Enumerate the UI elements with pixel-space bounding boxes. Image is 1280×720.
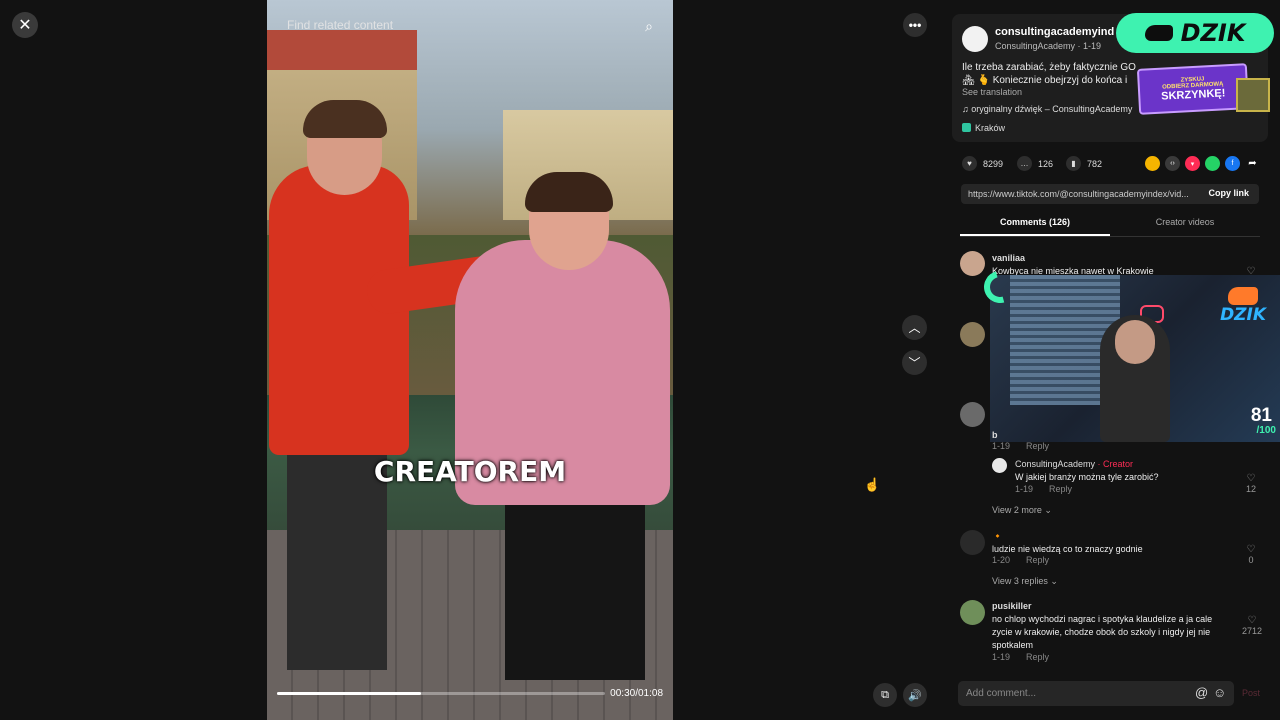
volume-icon: 🔊 [908, 689, 922, 702]
creator-avatar[interactable] [962, 26, 988, 52]
stream-logo: DZIK [1220, 305, 1266, 325]
volume-button[interactable]: 🔊 [903, 683, 927, 707]
stream-score-max: /100 [1256, 425, 1276, 436]
view-more-replies[interactable]: View 3 replies ⌄ [992, 576, 1058, 587]
boar-icon [1144, 25, 1173, 41]
engagement-stats: ♥ 8299 … 126 ▮ 782 ‹› ▾ f ➦ [962, 156, 1262, 172]
bookmark-icon: ▮ [1066, 156, 1081, 171]
avatar[interactable] [960, 322, 985, 347]
close-icon: ✕ [18, 17, 32, 34]
find-related-link[interactable]: Find related content [287, 18, 393, 32]
stream-score: 81 [1250, 405, 1272, 426]
heart-icon: ♡ [1246, 544, 1256, 555]
comment-like-button[interactable]: ♡ 12 [1244, 473, 1258, 494]
comment-meta: 1-19 Reply [992, 441, 1050, 451]
video-url: https://www.tiktok.com/@consultingacadem… [968, 189, 1189, 199]
emoji-icon[interactable]: ☺ [1213, 685, 1226, 700]
video-caption: CREATOREM [373, 455, 567, 488]
avatar[interactable] [960, 251, 985, 276]
comment-meta: 1-19 Reply [992, 652, 1050, 662]
dzik-overlay-logo: DZIK [1116, 13, 1274, 53]
whatsapp-icon[interactable] [1205, 156, 1220, 171]
video-player[interactable]: Find related content ⌕ CREATOREM 00:30/0… [267, 0, 673, 720]
send-icon[interactable]: ▾ [1185, 156, 1200, 171]
search-icon[interactable]: ⌕ [645, 18, 653, 35]
location-link[interactable]: Kraków [962, 123, 1005, 133]
panel-tabs: Comments (126) Creator videos [960, 213, 1260, 237]
reply-button[interactable]: Reply [1026, 652, 1049, 662]
share-coin-icon[interactable] [1145, 156, 1160, 171]
comment-button[interactable]: … 126 [1017, 156, 1053, 171]
miniplayer-icon: ⧉ [881, 688, 889, 701]
embed-code-icon[interactable]: ‹› [1165, 156, 1180, 171]
avatar[interactable] [960, 600, 985, 625]
avatar[interactable] [960, 402, 985, 427]
more-options-button[interactable]: ••• [903, 13, 927, 37]
previous-video-button[interactable]: ︿ [902, 315, 927, 340]
streamer-webcam-overlay: DZIK 81 /100 [990, 275, 1280, 442]
creator-subtitle: ConsultingAcademy · 1-19 [995, 41, 1102, 51]
comment-username[interactable]: 🔸 [992, 531, 1003, 542]
mention-icon[interactable]: @ [1195, 685, 1208, 700]
location-icon [962, 123, 971, 132]
share-arrow-icon[interactable]: ➦ [1245, 156, 1260, 171]
avatar[interactable] [992, 458, 1007, 473]
active-tab-indicator [960, 234, 1110, 236]
sound-link[interactable]: ♫ oryginalny dźwięk – ConsultingAcademy [962, 104, 1132, 114]
view-more-replies[interactable]: View 2 more ⌄ [992, 505, 1052, 516]
comment-like-button[interactable]: ♡ 2712 [1241, 615, 1263, 636]
video-progress-bar[interactable] [277, 692, 605, 695]
video-stage: ✕ Find related content ⌕ CREATOREM 00:30… [0, 0, 940, 720]
comment-username[interactable]: pusikiller [992, 601, 1032, 611]
comment-meta: 1-20 Reply [992, 555, 1050, 565]
chevron-down-icon: ﹀ [908, 356, 921, 370]
comment-like-button[interactable]: ♡ 0 [1244, 544, 1258, 565]
avatar[interactable] [960, 530, 985, 555]
reply-button[interactable]: Reply [1026, 441, 1049, 451]
close-button[interactable]: ✕ [12, 12, 38, 38]
reply-button[interactable]: Reply [1026, 555, 1049, 565]
comment-username[interactable]: b [992, 430, 998, 440]
progress-fill [277, 692, 422, 695]
promo-overlay: ZYSKUJ ODBIERZ DARMOWĄ SKRZYNKĘ! [1136, 63, 1270, 115]
comment-text: W jakiej branży można tyle zarobić? [1015, 472, 1159, 482]
heart-icon: ♡ [1246, 473, 1256, 484]
tab-creator-videos[interactable]: Creator videos [1110, 217, 1260, 227]
mouse-cursor-icon: ☝ [864, 477, 881, 492]
save-button[interactable]: ▮ 782 [1066, 156, 1102, 171]
comment-input[interactable]: Add comment... @ ☺ [958, 681, 1234, 706]
next-video-button[interactable]: ﹀ [902, 350, 927, 375]
reply-button[interactable]: Reply [1049, 484, 1072, 494]
link-row: https://www.tiktok.com/@consultingacadem… [961, 184, 1259, 204]
comment-placeholder: Add comment... [966, 688, 1037, 699]
comment-meta: 1-19 Reply [1015, 484, 1073, 494]
boar-icon [1228, 287, 1258, 305]
heart-icon: ♡ [1247, 615, 1257, 626]
post-button[interactable]: Post [1242, 688, 1260, 698]
copy-link-button[interactable]: Copy link [1208, 188, 1249, 198]
crate-icon [1236, 78, 1270, 112]
chevron-up-icon: ︿ [908, 321, 921, 335]
comment-username[interactable]: ConsultingAcademy · Creator [1015, 459, 1133, 469]
comment-icon: … [1017, 156, 1032, 171]
tab-comments[interactable]: Comments (126) [960, 217, 1110, 227]
see-translation-link[interactable]: See translation [962, 87, 1022, 97]
more-icon: ••• [908, 18, 922, 32]
heart-icon: ♥ [962, 156, 977, 171]
miniplayer-button[interactable]: ⧉ [873, 683, 897, 707]
like-button[interactable]: ♥ 8299 [962, 156, 1003, 171]
comment-text: no chlop wychodzi nagrac i spotyka klaud… [992, 614, 1213, 650]
facebook-icon[interactable]: f [1225, 156, 1240, 171]
video-time: 00:30/01:08 [610, 688, 663, 699]
comment-username[interactable]: vaniliaa [992, 253, 1025, 263]
creator-username[interactable]: consultingacademyind [995, 26, 1114, 38]
